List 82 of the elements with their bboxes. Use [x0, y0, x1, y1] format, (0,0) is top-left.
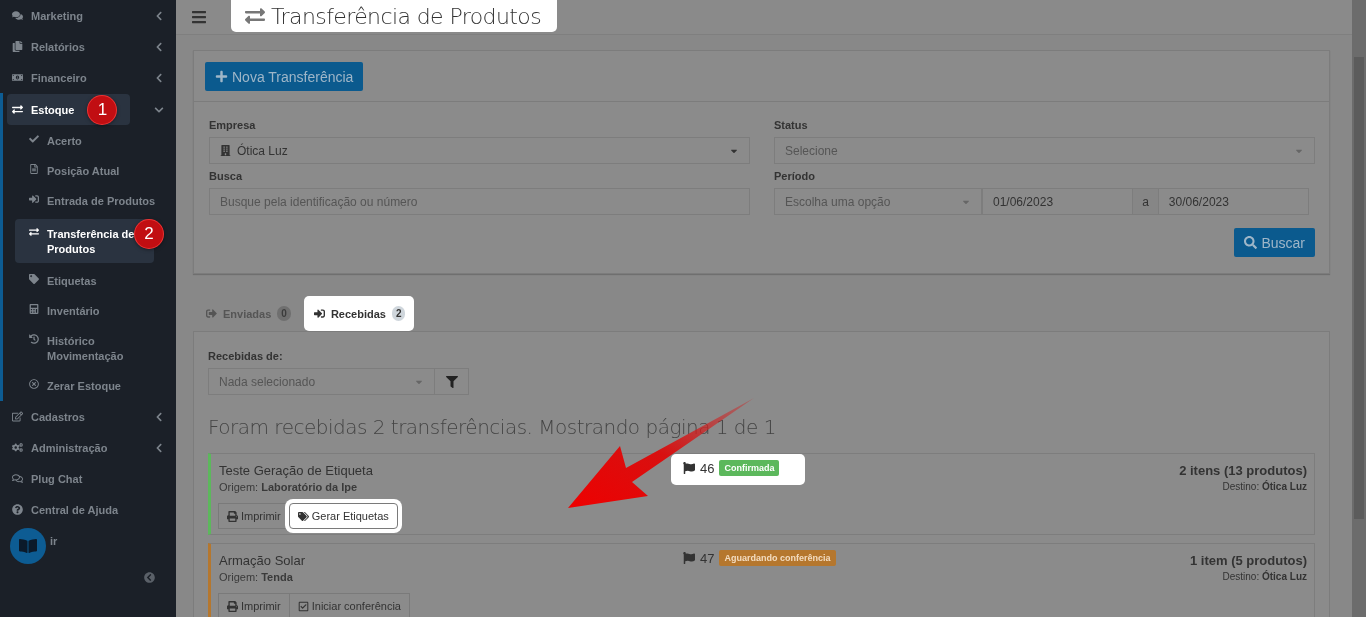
transfer-number: 47 [700, 550, 715, 566]
field-label: Busca [209, 170, 244, 182]
chevron-left-icon [154, 72, 164, 83]
chat-icon [12, 473, 23, 484]
sidebar-subitem[interactable]: Entrada de Produtos [3, 186, 176, 216]
chat-bubbles-icon [12, 10, 23, 21]
check-icon [29, 134, 39, 144]
printer-icon [227, 510, 238, 522]
sidebar-subitem[interactable]: Histórico Movimentação [3, 326, 176, 371]
sign-in-icon [29, 194, 39, 204]
sign-out-icon [206, 308, 217, 319]
field-label: Recebidas de: [208, 350, 284, 362]
plus-icon [215, 70, 228, 83]
chevron-left-icon [154, 41, 164, 52]
action-button[interactable]: Iniciar conferência [288, 593, 410, 617]
field-label: Período [774, 170, 816, 182]
building-icon [220, 145, 231, 156]
range-separator: a [1133, 188, 1158, 215]
date-field[interactable]: 01/06/2023 [982, 188, 1134, 215]
search-button[interactable]: Buscar [1234, 228, 1315, 257]
sidebar-item[interactable]: Financeiro [0, 62, 176, 93]
gears-icon [12, 442, 23, 453]
transfer-origin: Origem: Laboratório da Ipe [219, 481, 359, 493]
field-label: Empresa [209, 119, 257, 131]
chevron-down-icon [154, 104, 164, 115]
filter-button[interactable] [435, 368, 469, 395]
sidebar-item[interactable]: Plug Chat [0, 463, 176, 494]
sidebar-subitem[interactable]: Acerto [3, 126, 176, 156]
exchange-arrows-icon [245, 6, 265, 26]
calculator-icon [29, 304, 39, 314]
transfer-origin: Origem: Tenda [219, 571, 294, 583]
filter-icon [445, 375, 458, 388]
field-label: Status [774, 119, 809, 131]
tag-icon [29, 274, 39, 284]
page-title: Transferência de Produtos [271, 3, 541, 29]
sidebar-item[interactable]: Estoque 1 [7, 94, 130, 125]
sidebar-subitem[interactable]: Zerar Estoque [3, 371, 176, 401]
collapse-icon[interactable] [144, 572, 155, 583]
copy-icon [12, 41, 23, 52]
transfer-destination: Destino: Ótica Luz [1221, 481, 1307, 492]
tab[interactable]: Recebidas 2 [303, 296, 415, 331]
book-icon[interactable] [10, 528, 46, 564]
flag-icon [683, 552, 695, 564]
flag-icon [683, 462, 695, 474]
tags-icon [297, 510, 309, 522]
sidebar-subitem[interactable]: Posição Atual [3, 156, 176, 186]
sidebar-item[interactable]: ir [0, 525, 176, 556]
scrollbar[interactable] [1352, 0, 1366, 617]
transfer-title: Teste Geração de Etiqueta [219, 463, 374, 478]
sidebar-item[interactable]: Relatórios [0, 31, 176, 62]
exchange-arrows-icon [29, 227, 39, 237]
sidebar-subitem[interactable]: Etiquetas [3, 266, 176, 296]
chevron-left-icon [154, 442, 164, 453]
sign-in-icon [313, 308, 325, 319]
status-badge: Confirmada [719, 460, 780, 476]
chevron-left-icon [154, 10, 164, 21]
menu-icon[interactable] [191, 9, 207, 25]
history-icon [29, 334, 39, 344]
sidebar-item[interactable]: Administração [0, 432, 176, 463]
transfer-number: 46 [700, 460, 715, 476]
sidebar-subitem[interactable]: Inventário [3, 296, 176, 326]
chevron-left-icon [154, 411, 164, 422]
banknote-icon [12, 72, 23, 83]
edit-icon [12, 411, 23, 422]
transfer-summary: 2 itens (13 produtos) [1179, 463, 1307, 478]
document-icon [29, 164, 39, 174]
company-select[interactable]: Ótica Luz [209, 137, 750, 164]
sidebar-item[interactable]: Marketing [0, 0, 176, 31]
search-icon [1244, 236, 1258, 249]
transfer-summary: 1 item (5 produtos) [1190, 553, 1307, 568]
new-transfer-button[interactable]: Nova Transferência [205, 62, 364, 91]
checkbox-icon [297, 600, 309, 612]
transfer-destination: Destino: Ótica Luz [1221, 571, 1307, 582]
exchange-arrows-icon [12, 104, 23, 115]
date-field[interactable]: 30/06/2023 [1157, 188, 1309, 215]
sidebar-item[interactable]: Cadastros [0, 401, 176, 432]
status-badge: Aguardando conferência [719, 550, 836, 566]
action-button[interactable]: Imprimir [218, 593, 290, 617]
sidebar-item[interactable]: Central de Ajuda [0, 494, 176, 525]
printer-icon [227, 600, 238, 612]
step-number-badge: 1 [88, 95, 117, 124]
transfer-title: Armação Solar [219, 553, 306, 568]
